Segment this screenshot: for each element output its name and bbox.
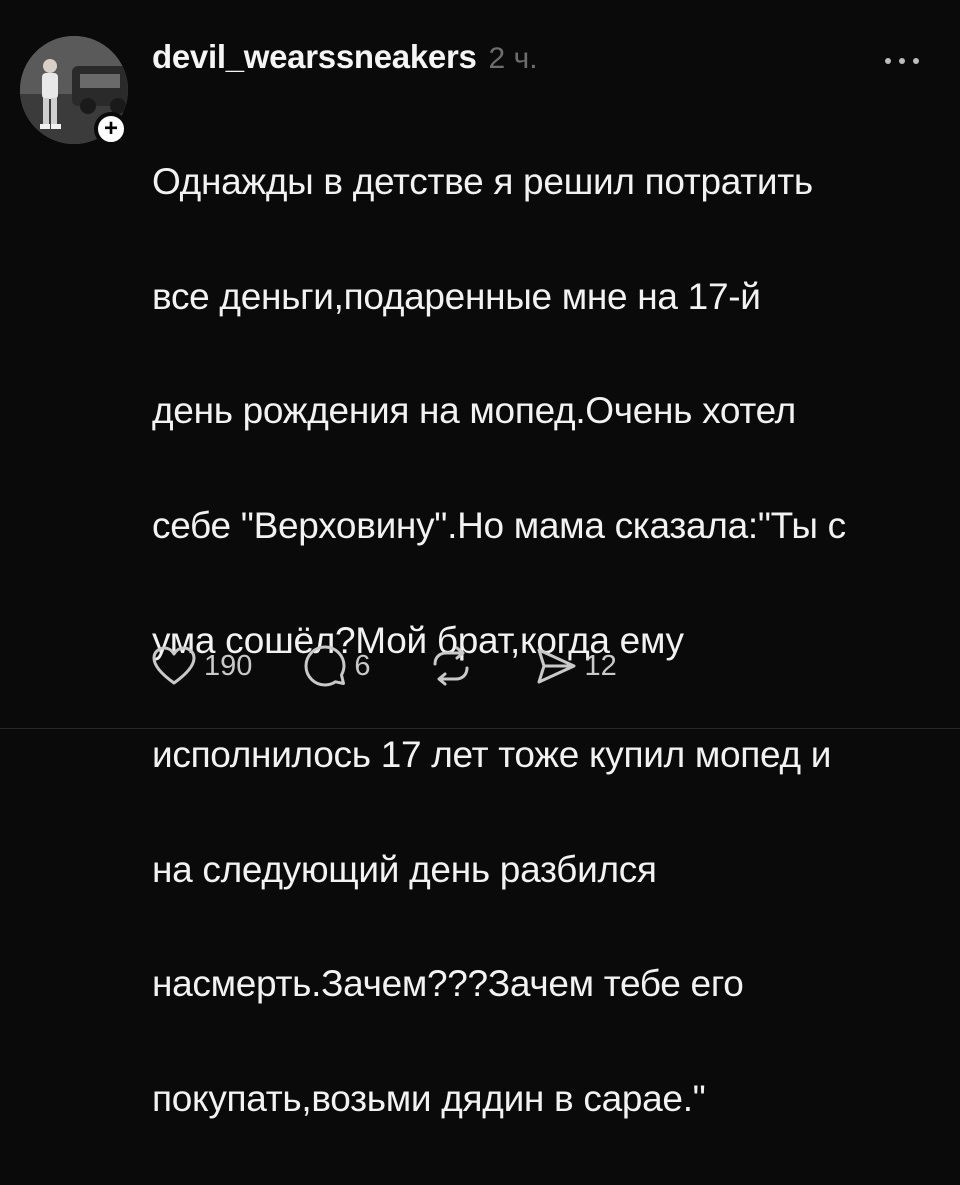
- post-text: Однажды в детстве я решил потратить все …: [152, 96, 952, 1185]
- heart-icon: [152, 646, 196, 685]
- like-count: 190: [204, 649, 253, 682]
- reply-count: 6: [354, 649, 371, 682]
- follow-button[interactable]: +: [94, 112, 128, 146]
- like-button[interactable]: 190: [152, 646, 252, 686]
- post-text-line: исполнилось 17 лет тоже купил мопед и: [152, 734, 832, 776]
- repost-button[interactable]: [429, 646, 481, 686]
- more-options-button[interactable]: [872, 46, 932, 76]
- post-text-line: день рождения на мопед.Очень хотел: [152, 390, 796, 432]
- comment-icon: [304, 645, 346, 687]
- post-text-line: себе "Верховину".Но мама сказала:"Ты с: [152, 505, 846, 547]
- send-icon: [537, 648, 576, 684]
- post-header: devil_wearssneakers 2 ч.: [152, 38, 538, 82]
- post-text-line: насмерть.Зачем???Зачем тебе его: [152, 963, 744, 1005]
- thread-post: + devil_wearssneakers 2 ч. Однажды в дет…: [0, 0, 960, 1119]
- post-time: 2 ч.: [488, 42, 538, 75]
- reply-button[interactable]: 6: [304, 645, 371, 687]
- post-text-line: покупать,возьми дядин в сарае.": [152, 1078, 706, 1120]
- repost-icon: [433, 646, 469, 686]
- post-text-line: на следующий день разбился: [152, 848, 657, 890]
- share-button[interactable]: 12: [535, 646, 617, 686]
- plus-icon: +: [103, 115, 118, 142]
- post-text-line: Однажды в детстве я решил потратить: [152, 161, 813, 203]
- more-horizontal-icon: [885, 58, 919, 64]
- post-actions: 190 6 12: [152, 642, 617, 690]
- post-text-line: все деньги,подаренные мне на 17-й: [152, 275, 761, 317]
- post-divider: [0, 728, 960, 729]
- share-count: 12: [584, 649, 617, 682]
- username-link[interactable]: devil_wearssneakers: [152, 38, 477, 76]
